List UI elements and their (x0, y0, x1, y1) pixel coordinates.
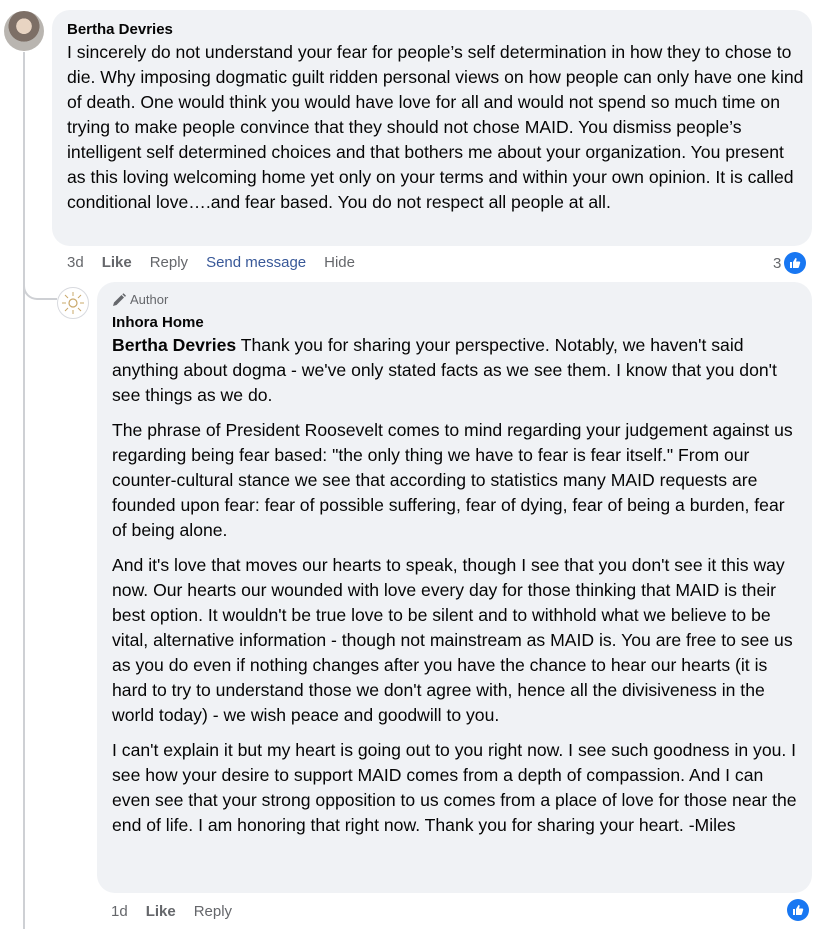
reply-paragraph: The phrase of President Roosevelt comes … (112, 420, 793, 540)
send-message-button[interactable]: Send message (206, 254, 306, 271)
author-badge-label: Author (130, 292, 169, 307)
reply-paragraph: And it's love that moves our hearts to s… (112, 555, 793, 725)
like-button[interactable]: Like (146, 903, 176, 920)
reply-paragraph: Bertha Devries Thank you for sharing you… (112, 333, 802, 408)
author-badge: Author (112, 292, 168, 307)
like-icon (784, 252, 807, 274)
reaction-summary[interactable]: 3 (773, 252, 807, 274)
reaction-summary[interactable] (784, 899, 809, 921)
comment-bubble: Bertha Devries I sincerely do not unders… (52, 10, 812, 246)
like-button[interactable]: Like (102, 254, 132, 271)
reply-bubble: Author Inhora Home Bertha Devries Thank … (97, 282, 812, 893)
reply-button[interactable]: Reply (194, 903, 232, 920)
reply-author[interactable]: Inhora Home (112, 314, 204, 331)
sun-logo-icon[interactable] (57, 287, 89, 319)
reply-actions: 1d Like Reply (111, 903, 250, 920)
reply-timestamp[interactable]: 1d (111, 903, 128, 920)
comment-text: I sincerely do not understand your fear … (67, 42, 804, 212)
hide-button[interactable]: Hide (324, 254, 355, 271)
reaction-count: 3 (773, 254, 782, 272)
reply-thread-connector (23, 262, 57, 300)
comment-actions: 3d Like Reply Send message Hide (67, 254, 373, 271)
reply-text: Bertha Devries Thank you for sharing you… (112, 333, 802, 848)
reply-button[interactable]: Reply (150, 254, 188, 271)
like-icon (787, 899, 809, 921)
comment-timestamp[interactable]: 3d (67, 254, 84, 271)
comment-author[interactable]: Bertha Devries (67, 21, 173, 38)
mention-tag[interactable]: Bertha Devries (112, 335, 236, 355)
avatar[interactable] (4, 11, 44, 51)
pencil-icon (113, 292, 126, 306)
thread-line (23, 52, 25, 929)
reply-paragraph: I can't explain it but my heart is going… (112, 740, 797, 835)
